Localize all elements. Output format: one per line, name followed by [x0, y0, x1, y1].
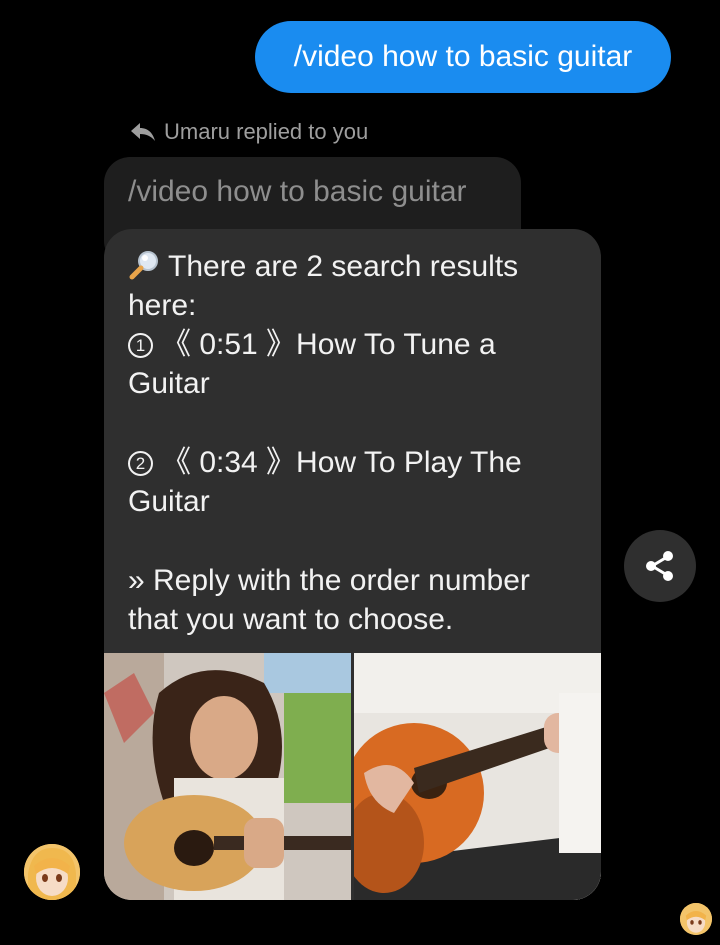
- footer-line-1: » Reply with the order number: [128, 564, 530, 597]
- result-number-1: 1: [128, 333, 153, 358]
- share-icon: [646, 551, 673, 581]
- search-icon: [129, 251, 158, 280]
- result-item-2-cont: Guitar: [128, 485, 210, 518]
- result-item-1-cont: Guitar: [128, 367, 210, 400]
- reply-indicator: Umaru replied to you: [130, 116, 368, 148]
- bot-reply-message[interactable]: There are 2 search results here: 1 《 0:51…: [104, 229, 601, 900]
- result-number-2: 2: [128, 451, 153, 476]
- reply-indicator-text: Umaru replied to you: [164, 119, 369, 144]
- intro-line-2: here:: [128, 289, 197, 322]
- bot-reply-text: There are 2 search results here: 1 《 0:51…: [128, 247, 580, 639]
- result-item-2: 2 《 0:34 》How To Play The: [128, 443, 580, 482]
- sent-message-text: /video how to basic guitar: [293, 40, 633, 73]
- quoted-message-text: /video how to basic guitar: [128, 175, 467, 208]
- sent-message-bubble[interactable]: /video how to basic guitar: [255, 21, 671, 93]
- result-item-1: 1 《 0:51 》How To Tune a: [128, 325, 580, 364]
- reply-arrow-icon: [131, 123, 155, 141]
- sender-avatar[interactable]: [24, 844, 80, 900]
- intro-line: There are 2 search results: [128, 247, 580, 286]
- result-thumbnails: [104, 653, 601, 900]
- thumbnail-1[interactable]: [104, 653, 351, 900]
- footer-line-2: that you want to choose.: [128, 603, 454, 636]
- read-receipt-avatar: [680, 903, 712, 935]
- thumbnail-2[interactable]: [354, 653, 601, 900]
- share-button[interactable]: [624, 530, 696, 602]
